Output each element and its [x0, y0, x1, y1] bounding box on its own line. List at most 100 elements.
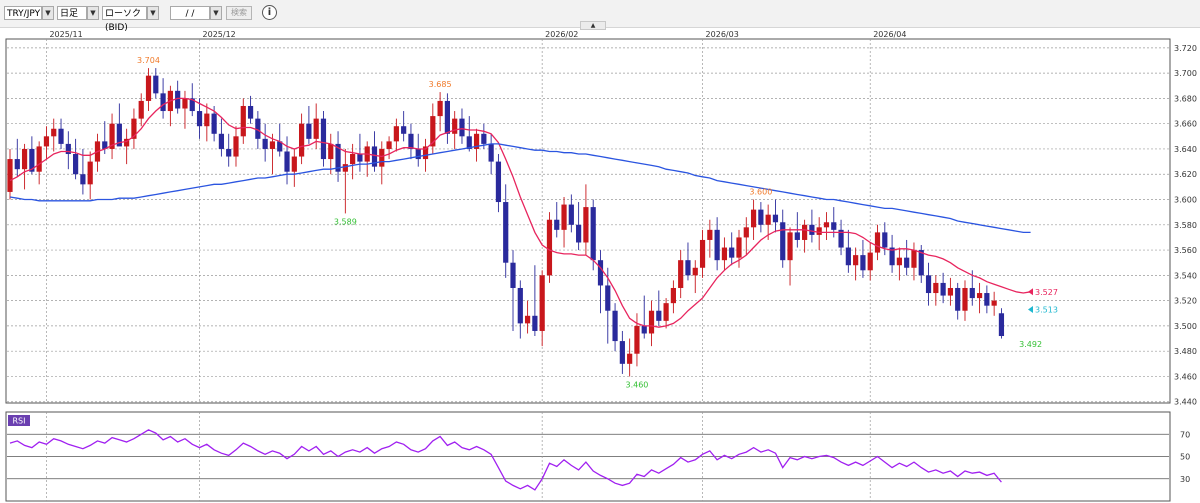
rsi-chart: 70 50 30 RSI — [5, 411, 1190, 502]
candle-body — [284, 151, 290, 172]
candle-body — [481, 133, 487, 144]
chart-type-select[interactable]: ローソク(BID) — [102, 6, 147, 33]
candle-body — [73, 154, 79, 175]
candle-body — [780, 222, 786, 261]
rsi-y-tick-label: 30 — [1180, 475, 1190, 484]
chart-type-dropdown-icon[interactable]: ▼ — [147, 6, 159, 20]
price-y-tick-label: 3.700 — [1174, 69, 1197, 78]
candle-body — [299, 123, 305, 157]
price-y-tick-label: 3.560 — [1174, 246, 1197, 255]
candle-body — [539, 275, 545, 331]
candle-body — [495, 161, 502, 203]
price-x-tick-label: 2025/12 — [203, 30, 236, 39]
price-y-tick-label: 3.600 — [1174, 196, 1197, 205]
period-select[interactable]: 日足 — [57, 6, 87, 20]
info-icon[interactable]: i — [262, 5, 277, 20]
rsi-y-tick-label: 70 — [1180, 430, 1190, 439]
price-y-tick-label: 3.460 — [1174, 372, 1197, 381]
candle-body — [860, 255, 866, 271]
candle-body — [233, 136, 239, 157]
candle-body — [634, 325, 640, 354]
candle-body — [444, 100, 450, 134]
candle-body — [896, 257, 902, 266]
rsi-title: RSI — [13, 417, 26, 426]
period-dropdown-icon[interactable]: ▼ — [87, 6, 99, 20]
candle-body — [240, 105, 246, 137]
candle-body — [962, 287, 968, 311]
price-y-tick-label: 3.580 — [1174, 221, 1197, 230]
candle-body — [510, 262, 516, 288]
candle-body — [306, 123, 312, 139]
candle-body — [663, 303, 669, 321]
price-extreme-label: 3.460 — [625, 380, 648, 389]
date-input[interactable]: / / — [170, 6, 210, 20]
candle-body — [524, 315, 531, 324]
candle-body — [58, 128, 64, 144]
candle-body — [437, 100, 443, 117]
candle-body — [845, 247, 851, 266]
currency-pair-select[interactable]: TRY/JPY — [4, 6, 42, 20]
candle-body — [313, 118, 319, 139]
price-x-tick-label: 2026/02 — [545, 30, 578, 39]
candle-body — [597, 260, 604, 286]
candle-body — [576, 224, 582, 243]
candle-body — [36, 146, 42, 172]
candle-body — [853, 255, 859, 266]
price-y-tick-label: 3.620 — [1174, 170, 1197, 179]
price-y-tick-label: 3.640 — [1174, 145, 1197, 154]
price-x-tick-label: 2025/11 — [49, 30, 82, 39]
candle-body — [991, 300, 997, 306]
candle-body — [904, 257, 910, 268]
candle-body — [802, 224, 808, 240]
currency-pair-dropdown-icon[interactable]: ▼ — [42, 6, 54, 20]
candle-body — [517, 287, 523, 324]
candle-body — [21, 148, 28, 170]
price-y-tick-label: 3.660 — [1174, 120, 1197, 129]
candle-body — [452, 118, 458, 134]
candle-body — [145, 75, 152, 101]
candle-body — [386, 141, 392, 149]
candle-body — [758, 209, 764, 225]
candle-body — [925, 275, 932, 294]
candle-body — [707, 229, 713, 240]
candle-body — [765, 214, 771, 225]
candle-body — [160, 93, 166, 112]
candle-body — [998, 313, 1005, 337]
candle-body — [940, 282, 946, 296]
date-dropdown-icon[interactable]: ▼ — [210, 6, 222, 20]
candle-body — [969, 287, 975, 299]
candle-body — [605, 285, 611, 311]
candle-body — [627, 353, 633, 364]
price-y-tick-label: 3.500 — [1174, 322, 1197, 331]
candle-body — [772, 214, 779, 223]
candle-body — [911, 250, 917, 268]
candle-body — [809, 224, 815, 235]
candle-body — [408, 133, 414, 149]
price-y-tick-label: 3.520 — [1174, 297, 1197, 306]
candle-body — [685, 260, 691, 276]
price-y-tick-label: 3.720 — [1174, 44, 1197, 53]
candle-body — [247, 105, 254, 119]
candle-body — [736, 237, 742, 258]
price-x-tick-label: 2026/03 — [706, 30, 739, 39]
candle-body — [743, 227, 749, 238]
candle-body — [182, 98, 188, 109]
candle-body — [648, 310, 655, 334]
candle-body — [218, 133, 225, 149]
candle-body — [641, 325, 647, 334]
candle-body — [532, 315, 538, 331]
candle-body — [882, 232, 888, 248]
search-button[interactable]: 検索 — [226, 6, 252, 20]
candle-body — [787, 232, 793, 261]
candle-body — [269, 141, 276, 149]
price-y-tick-label: 3.480 — [1174, 347, 1197, 356]
price-extreme-label: 3.704 — [137, 56, 160, 65]
candle-body — [955, 287, 961, 311]
candle-body — [153, 75, 159, 94]
candle-body — [328, 143, 334, 160]
candle-body — [262, 138, 268, 149]
candle-body — [561, 204, 567, 230]
candle-body — [7, 159, 13, 192]
candle-body — [546, 219, 553, 276]
candle-body — [393, 126, 399, 142]
